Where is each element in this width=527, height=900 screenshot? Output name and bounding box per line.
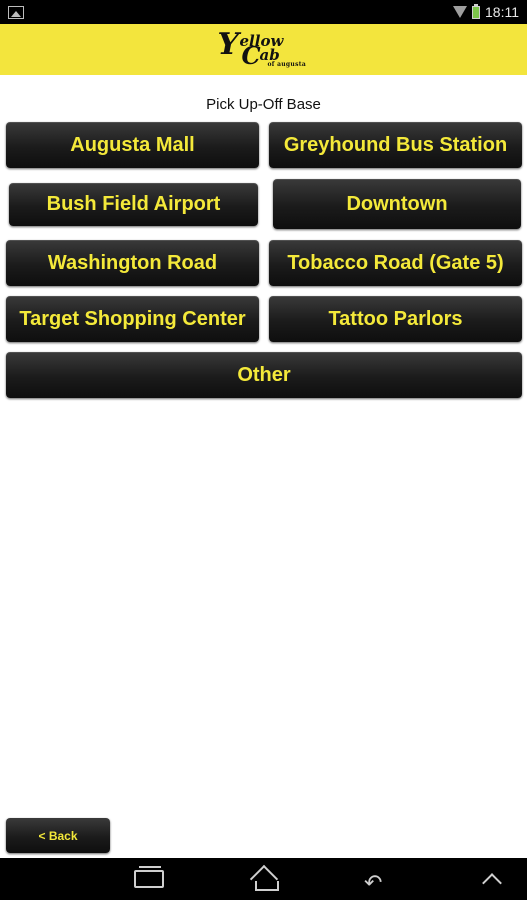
location-button-washington-road[interactable]: Washington Road (6, 240, 259, 286)
wifi-signal-icon (453, 6, 467, 18)
page-title: Pick Up-Off Base (206, 96, 321, 113)
location-button-other[interactable]: Other (6, 352, 522, 398)
status-bar: 18:11 (0, 0, 527, 24)
up-icon[interactable] (482, 870, 502, 890)
image-notification-icon (8, 5, 24, 19)
status-right: 18:11 (453, 3, 519, 20)
app-header: Y ellow C ab of augusta (0, 24, 527, 75)
logo-subtitle: of augusta (267, 60, 307, 68)
recents-icon[interactable] (134, 866, 164, 888)
battery-icon (472, 3, 480, 19)
status-time: 18:11 (485, 4, 519, 20)
location-button-tobacco-road-gate-5[interactable]: Tobacco Road (Gate 5) (269, 240, 522, 286)
location-button-augusta-mall[interactable]: Augusta Mall (6, 122, 259, 168)
location-button-tattoo-parlors[interactable]: Tattoo Parlors (269, 296, 522, 342)
location-button-bush-field-airport[interactable]: Bush Field Airport (9, 183, 258, 226)
back-icon[interactable]: ↶ (364, 872, 382, 894)
location-button-downtown[interactable]: Downtown (273, 179, 521, 229)
logo-letter-c: C (241, 40, 261, 70)
system-nav-bar: ↶ (0, 858, 527, 900)
logo-letter-y: Y (217, 26, 239, 62)
back-button[interactable]: < Back (6, 818, 110, 853)
home-icon[interactable] (249, 869, 281, 891)
yellow-cab-logo: Y ellow C ab of augusta (216, 26, 312, 70)
status-left (8, 5, 24, 19)
location-button-target-shopping-center[interactable]: Target Shopping Center (6, 296, 259, 342)
location-button-greyhound-bus-station[interactable]: Greyhound Bus Station (269, 122, 522, 168)
